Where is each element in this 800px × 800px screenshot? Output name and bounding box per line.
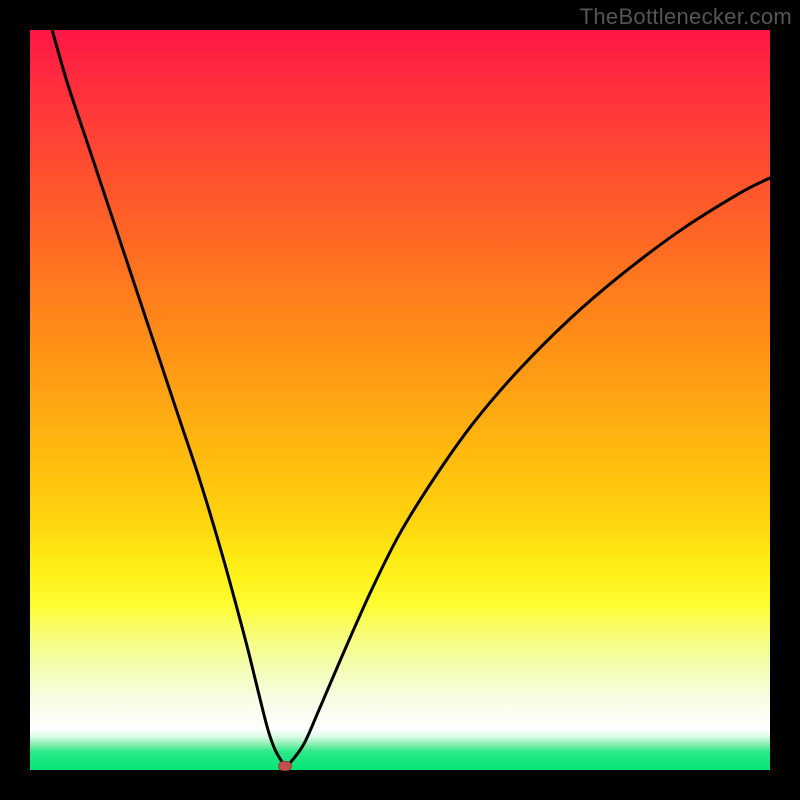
bottleneck-curve [30, 30, 770, 770]
chart-plot-area [30, 30, 770, 770]
watermark-text: TheBottlenecker.com [580, 4, 792, 30]
optimal-point-marker [278, 761, 292, 771]
